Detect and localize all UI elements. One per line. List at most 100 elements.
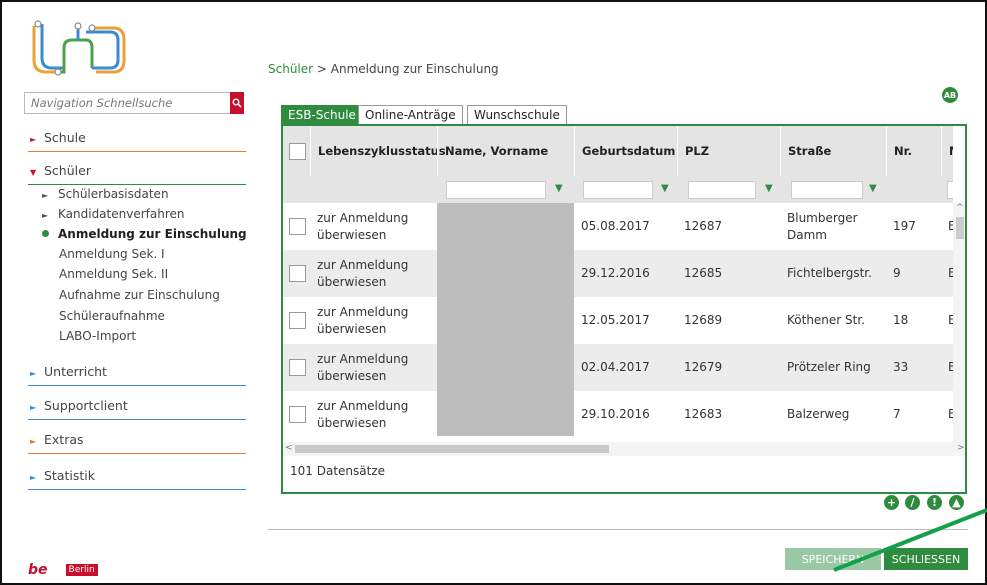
row-checkbox[interactable] [289, 312, 306, 329]
caret-right-icon: ► [42, 191, 49, 200]
cell-m: Ei [941, 250, 953, 297]
sidebar-section-statistik[interactable]: ► Statistik [28, 468, 246, 490]
cell-m: Ei [941, 391, 953, 436]
section-underline [28, 419, 246, 420]
add-icon[interactable]: + [884, 495, 899, 510]
redacted-name-column [437, 203, 574, 436]
caret-right-icon: ► [30, 369, 37, 378]
thumbs-up-icon[interactable]: ▲ [949, 495, 964, 510]
cell-geburtsdatum: 12.05.2017 [581, 313, 650, 327]
cell-status: zur Anmeldung überwiesen [317, 210, 409, 242]
row-checkbox[interactable] [289, 359, 306, 376]
filter-icon[interactable]: ▼ [765, 183, 773, 194]
caret-right-icon: ► [30, 135, 37, 144]
row-checkbox[interactable] [289, 265, 306, 282]
sidebar-item-schuelerbasisdaten[interactable]: ► Schülerbasisdaten [42, 187, 169, 201]
cell-plz: 12689 [684, 313, 723, 327]
table-row[interactable]: zur Anmeldung überwiesen 12.05.2017 1268… [283, 297, 953, 344]
sidebar-item-kandidatenverfahren[interactable]: ► Kandidatenverfahren [42, 207, 185, 221]
sidebar-item-aufnahme-einschulung[interactable]: Aufnahme zur Einschulung [59, 288, 220, 302]
sidebar-section-supportclient[interactable]: ► Supportclient [28, 398, 246, 420]
tab-esb-schule[interactable]: ESB-Schule [281, 105, 363, 125]
scroll-right-icon[interactable]: > [957, 443, 965, 453]
section-underline [28, 151, 246, 152]
filter-input-geburtsdatum[interactable] [583, 181, 653, 199]
divider [268, 529, 968, 530]
sidebar-item-labo-import[interactable]: LABO-Import [59, 329, 136, 343]
cell-geburtsdatum: 29.12.2016 [581, 266, 650, 280]
app-window: ►Schule ▼Schüler ►Schülerbasisdaten ►Kan… [0, 0, 987, 585]
cell-geburtsdatum: 05.08.2017 [581, 219, 650, 233]
cell-plz: 12685 [684, 266, 723, 280]
table-row[interactable]: zur Anmeldung überwiesen 29.12.2016 1268… [283, 250, 953, 297]
search-button[interactable] [230, 92, 244, 114]
column-header-status[interactable]: Lebenszyklusstatus [310, 126, 446, 176]
scroll-left-icon[interactable]: < [285, 443, 293, 453]
close-button[interactable]: SCHLIESSEN [884, 548, 968, 570]
edit-icon[interactable]: / [905, 495, 920, 510]
nav-search-input[interactable] [25, 93, 225, 113]
caret-right-icon: ► [30, 437, 37, 446]
horizontal-scroll-thumb[interactable] [295, 445, 609, 453]
caret-down-icon: ▼ [30, 168, 37, 177]
vertical-scrollbar[interactable]: ^ [953, 203, 965, 443]
section-underline [28, 453, 246, 454]
tab-wunschschule[interactable]: Wunschschule [467, 105, 567, 125]
tab-online-antraege[interactable]: Online-Anträge [358, 105, 463, 125]
section-underline [28, 489, 246, 490]
active-dot-icon [42, 230, 49, 237]
breadcrumb: Schüler > Anmeldung zur Einschulung [268, 62, 499, 76]
table-row[interactable]: zur Anmeldung überwiesen 02.04.2017 1267… [283, 344, 953, 391]
cell-status: zur Anmeldung überwiesen [317, 351, 409, 383]
filter-input-m[interactable] [947, 181, 953, 199]
grid-viewport: Lebenszyklusstatus Name, Vorname Geburts… [283, 126, 953, 436]
filter-input-name[interactable] [446, 181, 546, 199]
sidebar-item-anmeldung-einschulung[interactable]: Anmeldung zur Einschulung [42, 227, 247, 241]
cell-m: Ei [941, 203, 953, 250]
cell-m: Ei [941, 344, 953, 391]
sidebar-item-anmeldung-sek1[interactable]: Anmeldung Sek. I [59, 247, 165, 261]
breadcrumb-current: Anmeldung zur Einschulung [330, 62, 499, 76]
table-row[interactable]: zur Anmeldung überwiesen 05.08.2017 1268… [283, 203, 953, 250]
column-header-geburtsdatum[interactable]: Geburtsdatum [574, 126, 677, 176]
sidebar-section-unterricht[interactable]: ► Unterricht [28, 364, 246, 386]
cell-nr: 9 [893, 266, 901, 280]
column-header-nr[interactable]: Nr. [886, 126, 941, 176]
user-icon[interactable]: AB [942, 87, 958, 103]
cell-strasse: Köthener Str. [787, 313, 866, 327]
column-header-m[interactable]: M [941, 126, 953, 176]
section-underline [28, 184, 246, 185]
cell-strasse: Prötzeler Ring [787, 360, 871, 374]
sidebar-section-extras[interactable]: ► Extras [28, 432, 246, 454]
row-checkbox[interactable] [289, 406, 306, 423]
cell-nr: 197 [893, 219, 916, 233]
select-all-checkbox[interactable] [289, 143, 306, 160]
breadcrumb-link-schueler[interactable]: Schüler [268, 62, 313, 76]
sidebar-section-schule[interactable]: ► Schule [28, 130, 246, 152]
filter-input-plz[interactable] [688, 181, 756, 199]
alert-icon[interactable]: ! [927, 495, 942, 510]
save-button[interactable]: SPEICHERN [785, 548, 881, 570]
row-checkbox[interactable] [289, 218, 306, 235]
record-count: 101 Datensätze [290, 464, 385, 478]
cell-m: Ei [941, 297, 953, 344]
filter-icon[interactable]: ▼ [555, 183, 563, 194]
sidebar-item-anmeldung-sek2[interactable]: Anmeldung Sek. II [59, 267, 168, 281]
vertical-scroll-thumb[interactable] [956, 217, 964, 239]
filter-input-strasse[interactable] [791, 181, 863, 199]
horizontal-scrollbar[interactable]: < > [283, 442, 965, 456]
column-header-plz[interactable]: PLZ [677, 126, 780, 176]
filter-icon[interactable]: ▼ [661, 183, 669, 194]
table-row[interactable]: zur Anmeldung überwiesen 29.10.2016 1268… [283, 391, 953, 436]
usd-logo [32, 20, 126, 76]
filter-icon[interactable]: ▼ [869, 183, 877, 194]
cell-plz: 12687 [684, 219, 723, 233]
search-icon [232, 98, 242, 108]
sidebar-item-schueleraufnahme[interactable]: Schüleraufnahme [59, 309, 165, 323]
sidebar-section-schueler[interactable]: ▼ Schüler [28, 163, 246, 185]
caret-right-icon: ► [30, 403, 37, 412]
column-header-strasse[interactable]: Straße [780, 126, 886, 176]
column-header-name[interactable]: Name, Vorname [437, 126, 574, 176]
cell-strasse: Fichtelbergstr. [787, 266, 872, 280]
scroll-up-icon[interactable]: ^ [956, 203, 964, 213]
